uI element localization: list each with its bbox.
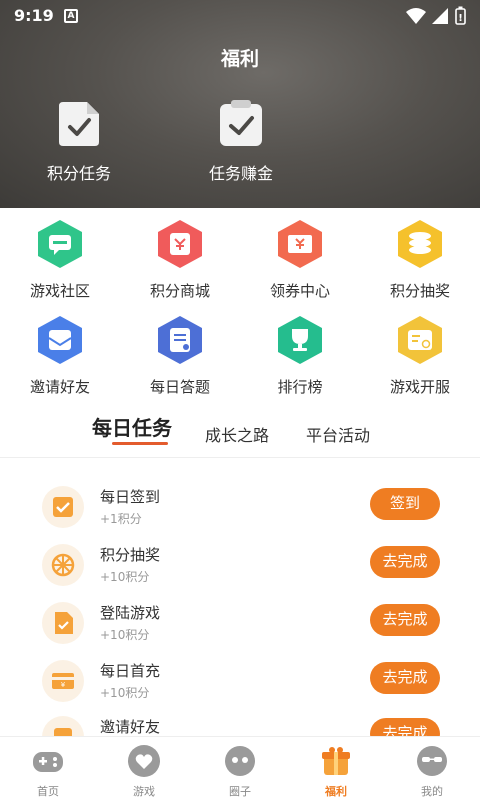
grid-item-leaderboard[interactable]: 排行榜 (240, 314, 360, 397)
server-icon (398, 316, 442, 364)
task-row: ¥ 每日首充 +10积分 去完成 (0, 656, 480, 710)
gift-icon (322, 747, 350, 775)
nav-label: 我的 (421, 785, 443, 798)
grid-item-server-open[interactable]: 游戏开服 (360, 314, 480, 397)
grid-item-label: 积分抽奖 (389, 282, 450, 300)
gamepad-icon (33, 752, 63, 772)
task-name: 积分抽奖 (100, 546, 161, 564)
chat-icon (38, 220, 82, 268)
recharge-icon: ¥ (42, 660, 84, 702)
shop-icon (158, 220, 202, 268)
grid-item-game-community[interactable]: 游戏社区 (0, 218, 120, 301)
grid-item-label: 游戏开服 (389, 378, 450, 396)
grid-item-points-lottery[interactable]: 积分抽奖 (360, 218, 480, 301)
go-complete-button[interactable]: 去完成 (370, 546, 440, 578)
tab-active-underline (112, 442, 168, 445)
grid-item-label: 排行榜 (277, 378, 323, 396)
app-notification-icon: A (64, 9, 78, 23)
task-row: 每日签到 +1积分 签到 (0, 482, 480, 536)
tab-growth-path[interactable]: 成长之路 (205, 422, 269, 446)
task-name: 每日首充 (100, 662, 161, 680)
grid-item-label: 领券中心 (269, 282, 330, 300)
tab-platform-events[interactable]: 平台活动 (306, 422, 370, 446)
tab-daily-tasks[interactable]: 每日任务 (92, 412, 172, 441)
grid-item-invite-friends[interactable]: 邀请好友 (0, 314, 120, 397)
checkin-icon (42, 486, 84, 528)
nav-home[interactable]: 首页 (0, 743, 96, 799)
header-item-label: 积分任务 (46, 164, 111, 183)
nav-welfare[interactable]: 福利 (288, 743, 384, 799)
header-item-earn-task[interactable]: 任务赚金 (186, 98, 296, 184)
task-row: 登陆游戏 +10积分 去完成 (0, 598, 480, 652)
grid-item-points-mall[interactable]: 积分商城 (120, 218, 240, 301)
document-check-icon (59, 102, 99, 146)
grid-item-label: 积分商城 (149, 282, 210, 300)
task-points: +10积分 (100, 570, 150, 584)
task-tabs: 每日任务 成长之路 平台活动 (0, 414, 480, 458)
nav-circle[interactable]: 圈子 (192, 743, 288, 799)
bottom-nav: 首页 游戏 圈子 福利 我的 (0, 736, 480, 800)
checkin-button[interactable]: 签到 (370, 488, 440, 520)
nav-profile[interactable]: 我的 (384, 743, 480, 799)
signal-icon (432, 8, 448, 24)
go-complete-button[interactable]: 去完成 (370, 662, 440, 694)
nav-label: 首页 (37, 785, 59, 798)
profile-icon (417, 746, 447, 776)
task-points: +10积分 (100, 686, 150, 700)
nav-label: 福利 (325, 785, 347, 798)
nav-label: 游戏 (133, 785, 155, 798)
heart-icon (128, 745, 160, 777)
status-bar: 9:19 A ! (0, 0, 480, 32)
grid-item-label: 游戏社区 (29, 282, 90, 300)
clipboard-check-icon (220, 100, 262, 146)
coins-icon (398, 220, 442, 268)
mail-icon (38, 316, 82, 364)
grid-item-label: 邀请好友 (29, 378, 90, 396)
chat-bubble-icon (225, 746, 255, 776)
login-game-icon (42, 602, 84, 644)
grid-item-daily-quiz[interactable]: 每日答题 (120, 314, 240, 397)
svg-text:!: ! (458, 13, 463, 24)
system-status-icons: ! (406, 6, 466, 25)
task-row: 积分抽奖 +10积分 去完成 (0, 540, 480, 594)
task-points: +1积分 (100, 512, 142, 526)
task-points: +10积分 (100, 628, 150, 642)
go-complete-button[interactable]: 去完成 (370, 604, 440, 636)
trophy-icon (278, 316, 322, 364)
status-time: 9:19 (14, 6, 54, 25)
nav-games[interactable]: 游戏 (96, 743, 192, 799)
task-name: 邀请好友 (100, 718, 161, 736)
coupon-icon (278, 220, 322, 268)
wifi-icon (406, 8, 426, 24)
wheel-icon (42, 544, 84, 586)
svg-text:¥: ¥ (61, 681, 66, 689)
task-name: 每日签到 (100, 488, 161, 506)
page-title: 福利 (220, 48, 259, 70)
header: 9:19 A ! 福利 积分任务 任务赚金 (0, 0, 480, 208)
grid-item-label: 每日答题 (149, 378, 210, 396)
nav-label: 圈子 (229, 785, 251, 798)
grid-item-coupon-center[interactable]: 领券中心 (240, 218, 360, 301)
task-name: 登陆游戏 (100, 604, 161, 622)
header-item-label: 任务赚金 (208, 164, 273, 183)
header-item-points-task[interactable]: 积分任务 (24, 98, 134, 184)
quiz-icon (158, 316, 202, 364)
